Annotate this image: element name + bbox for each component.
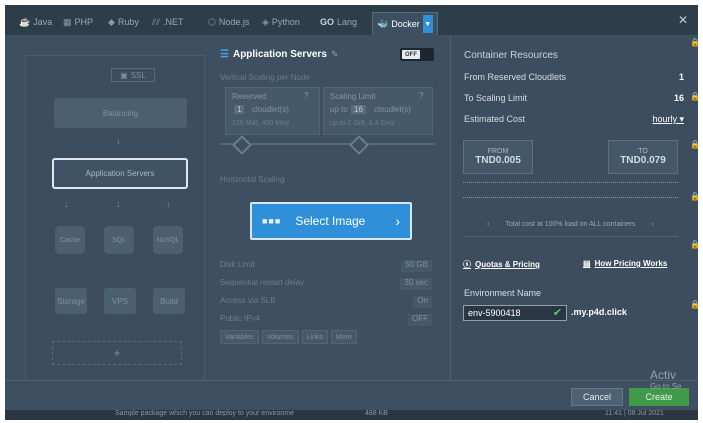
vertical-scaling-label: Vertical Scaling per Node [220,73,310,82]
nosql-node[interactable]: NoSQL [153,226,183,254]
disk-limit-row: Disk Limit 50 GB [220,260,432,272]
lock-icon: 🔒 [690,38,700,47]
dialog-frame: ☕ Java ▦ PHP ◆ Ruby ⫽⫽ .NET ⬡ Node.js ◈ Python… [5,5,698,415]
limit-input[interactable]: 16 [351,105,366,114]
arrow-down-icon: ↓ [166,199,171,209]
app-servers-toggle[interactable]: OFF [400,48,434,61]
tab-php[interactable]: ▦ PHP [63,13,93,31]
tab-go[interactable]: GO Lang [320,13,357,31]
vps-node[interactable]: VPS [104,288,136,314]
lock-icon: 🔒 [690,92,700,101]
restart-delay-row: Sequential restart delay 30 sec [220,278,432,290]
volumes-button[interactable]: Volumes [261,330,299,344]
ruby-icon: ◆ [108,16,115,27]
arrow-down-icon: ↓ [64,199,69,209]
reserved-input[interactable]: 1 [234,105,245,114]
scaling-limit-box: Scaling Limit ? up to 16 cloudlet(s) up … [323,87,433,135]
go-icon: GO [320,17,335,27]
arrow-down-icon: ↓ [116,136,121,146]
cancel-button[interactable]: Cancel [571,388,623,406]
tab-python[interactable]: ◈ Python [262,13,300,31]
section-title: ☰ Application Servers ✎ [220,49,339,60]
lock-icon: 🔒 [690,192,700,201]
env-name-input[interactable]: env-5900418 ✔ [463,305,567,321]
close-icon[interactable]: ✕ [678,13,688,27]
cost-from-box: FROM TND0.005 [463,140,533,174]
how-pricing-link[interactable]: ▤ How Pricing Works [583,259,667,268]
lock-icon: 🔒 [690,140,700,149]
tab-dotnet[interactable]: ⫽⫽ .NET [152,13,184,31]
resources-panel: Container Resources From Reserved Cloudl… [450,35,698,380]
cost-to-box: TO TND0.079 [608,140,678,174]
tab-java[interactable]: ☕ Java [19,13,52,31]
activation-watermark: Activ Go to Se [650,368,682,391]
reserved-cloudlets-row: From Reserved Cloudlets 1 [464,72,684,82]
build-node[interactable]: Build [153,288,185,314]
chevron-right-icon[interactable]: › [652,221,654,228]
storage-node[interactable]: Storage [55,288,87,314]
balancing-node[interactable]: Balancing [54,98,187,128]
slb-toggle[interactable]: On [413,296,432,308]
server-icon: ☰ [220,49,229,60]
variables-button[interactable]: Variables [220,330,259,344]
chevron-right-icon: › [395,213,400,229]
ipv4-toggle[interactable]: OFF [408,314,432,326]
tab-bar: ☕ Java ▦ PHP ◆ Ruby ⫽⫽ .NET ⬡ Node.js ◈ Python… [5,5,698,35]
dollar-icon: ⓢ [463,260,471,269]
help-icon[interactable]: ? [304,91,308,100]
vertical-scaling-slider[interactable] [220,143,435,145]
arrow-down-icon: ↓ [116,199,121,209]
lock-icon: 🔒 [690,300,700,309]
cost-chart [463,182,678,198]
dialog-body: ▣ SSL Balancing ↓ Application Servers ↓ ↓… [5,35,698,415]
app-servers-node[interactable]: Application Servers [52,158,188,189]
check-icon: ✔ [552,307,562,319]
php-icon: ▦ [63,16,72,27]
edit-icon[interactable]: ✎ [331,49,339,60]
scaling-limit-row: To Scaling Limit 16 [464,93,684,103]
reserved-slider-handle[interactable] [232,135,252,155]
java-icon: ☕ [19,16,31,27]
links-button[interactable]: Links [301,330,328,344]
public-ipv4-row: Public IPv4 OFF [220,314,432,326]
add-node-button[interactable]: + [52,341,182,365]
containers-icon: ■■■ [262,216,282,226]
estimated-cost-row: Estimated Cost hourly ▾ [464,114,684,125]
more-button[interactable]: More [330,330,357,344]
limit-slider-handle[interactable] [349,135,369,155]
lock-icon: 🔒 [690,240,700,249]
cost-period-select[interactable]: hourly ▾ [652,114,684,125]
tab-docker[interactable]: 🐳 Docker ▼ [372,12,438,35]
config-panel: ☰ Application Servers ✎ OFF Vertical Sca… [220,45,435,375]
slb-access-row: Access via SLB On [220,296,432,308]
chevron-down-icon[interactable]: ▼ [422,15,433,33]
horizontal-scaling-label: Horizontal Scaling [220,175,285,184]
tab-ruby[interactable]: ◆ Ruby [108,13,139,31]
total-cost-note: ‹ Total cost at 100% load on ALL contain… [463,213,678,237]
topology-panel: ▣ SSL Balancing ↓ Application Servers ↓ ↓… [25,55,205,385]
docker-icon: 🐳 [377,18,389,29]
env-name-label: Environment Name [464,288,542,298]
nodejs-icon: ⬡ [208,16,216,27]
sql-node[interactable]: SQL [104,226,134,254]
config-buttons: Variables Volumes Links More [220,330,357,344]
resources-title: Container Resources [464,50,558,61]
lock-icon: ▣ [120,70,128,80]
select-image-button[interactable]: ■■■ Select Image › [250,202,412,240]
env-domain-suffix: .my.p4d.click [571,307,627,317]
reserved-box: Reserved ? 1 cloudlet(s) 128 MiB, 400 MH… [225,87,320,135]
background-file-row: Sample package which you can deploy to y… [5,410,698,420]
tab-nodejs[interactable]: ⬡ Node.js [208,13,249,31]
document-icon: ▤ [583,259,591,268]
python-icon: ◈ [262,16,269,27]
ssl-toggle[interactable]: ▣ SSL [111,68,155,82]
restart-delay-input[interactable]: 30 sec [400,278,432,290]
chevron-left-icon[interactable]: ‹ [487,221,489,228]
dotnet-icon: ⫽⫽ [152,16,161,27]
cache-node[interactable]: Cache [55,226,85,254]
help-icon[interactable]: ? [419,91,423,100]
quotas-pricing-link[interactable]: ⓢ Quotas & Pricing [463,259,540,270]
disk-limit-input[interactable]: 50 GB [401,260,432,272]
